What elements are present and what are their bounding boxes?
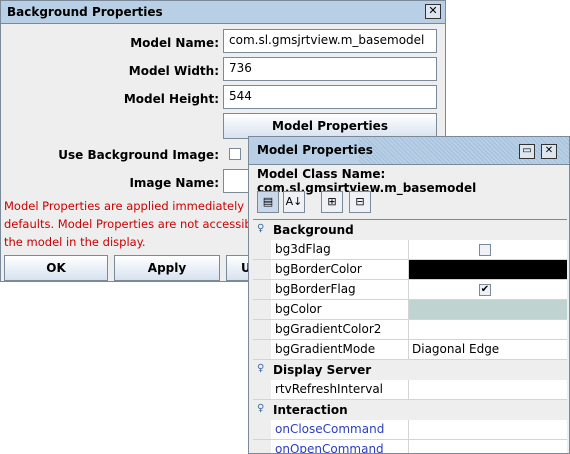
note-line: defaults. Model Properties are not acces… [4,217,262,231]
property-name: bgGradientColor2 [271,320,409,339]
note-line: the model in the display. [4,235,146,249]
categorized-view-icon[interactable]: ▤ [257,191,279,213]
title-bar[interactable]: Model Properties ▭ ✕ [249,137,569,165]
model-width-field[interactable]: 736 [223,57,437,81]
model-width-label: Model Width: [128,64,219,78]
property-name: onCloseCommand [271,420,409,439]
property-row[interactable]: bgGradientMode Diagonal Edge [253,340,567,360]
category-label: Background [273,223,354,237]
category-label: Interaction [273,403,348,417]
apply-button[interactable]: Apply [114,255,220,281]
property-row[interactable]: onCloseCommand [253,420,567,440]
category-label: Display Server [273,363,372,377]
property-grid: ♀ Background bg3dFlag bgBorderColor bgBo… [253,219,567,453]
property-value[interactable]: Diagonal Edge [409,340,567,359]
property-value[interactable] [409,380,567,399]
property-name: bgBorderFlag [271,280,409,299]
category-background[interactable]: ♀ Background [253,220,567,240]
property-value[interactable] [409,420,567,439]
use-background-image-label: Use Background Image: [58,148,219,162]
property-name: onOpenCommand [271,440,409,453]
property-row[interactable]: bgGradientColor2 [253,320,567,340]
category-display-server[interactable]: ♀ Display Server [253,360,567,380]
image-name-label: Image Name: [129,176,219,190]
expand-all-icon[interactable]: ⊞ [321,191,343,213]
close-icon[interactable]: ✕ [541,144,557,159]
property-row[interactable]: onOpenCommand [253,440,567,453]
model-height-label: Model Height: [123,92,219,106]
property-name: bgGradientMode [271,340,409,359]
window-title: Model Properties [257,143,373,157]
color-swatch[interactable] [409,260,567,279]
property-value[interactable]: ✔ [409,280,567,299]
property-toolbar: ▤ A↓ ⊞ ⊟ [253,189,565,215]
property-row[interactable]: bgColor [253,300,567,320]
pin-icon: ♀ [257,403,265,414]
property-value[interactable] [409,440,567,453]
pin-icon: ♀ [257,223,265,234]
restore-icon[interactable]: ▭ [519,144,535,159]
bg3dflag-checkbox[interactable] [479,244,491,256]
ok-button[interactable]: OK [4,255,108,281]
close-icon[interactable]: ✕ [425,4,441,19]
category-interaction[interactable]: ♀ Interaction [253,400,567,420]
bgborderflag-checkbox[interactable]: ✔ [479,284,491,296]
property-value[interactable] [409,240,567,259]
title-bar[interactable]: Background Properties ✕ [1,1,445,24]
window-title: Background Properties [7,5,163,19]
property-name: rtvRefreshInterval [271,380,409,399]
note-line: Model Properties are applied immediately… [4,199,263,213]
model-name-label: Model Name: [130,36,219,50]
property-name: bgColor [271,300,409,319]
property-name: bg3dFlag [271,240,409,259]
property-name: bgBorderColor [271,260,409,279]
collapse-all-icon[interactable]: ⊟ [349,191,371,213]
property-row[interactable]: rtvRefreshInterval [253,380,567,400]
use-background-image-checkbox[interactable] [229,148,241,160]
sort-alphabetical-icon[interactable]: A↓ [283,191,305,213]
property-row[interactable]: bgBorderFlag ✔ [253,280,567,300]
property-row[interactable]: bgBorderColor [253,260,567,280]
model-name-field[interactable]: com.sl.gmsjrtview.m_basemodel [223,29,437,53]
pin-icon: ♀ [257,363,265,374]
model-properties-window: Model Properties ▭ ✕ Model Class Name: c… [248,136,570,454]
info-note: Model Properties are applied immediately… [4,197,263,251]
property-row[interactable]: bg3dFlag [253,240,567,260]
model-height-field[interactable]: 544 [223,85,437,109]
property-value[interactable] [409,320,567,339]
color-swatch[interactable] [409,300,567,319]
